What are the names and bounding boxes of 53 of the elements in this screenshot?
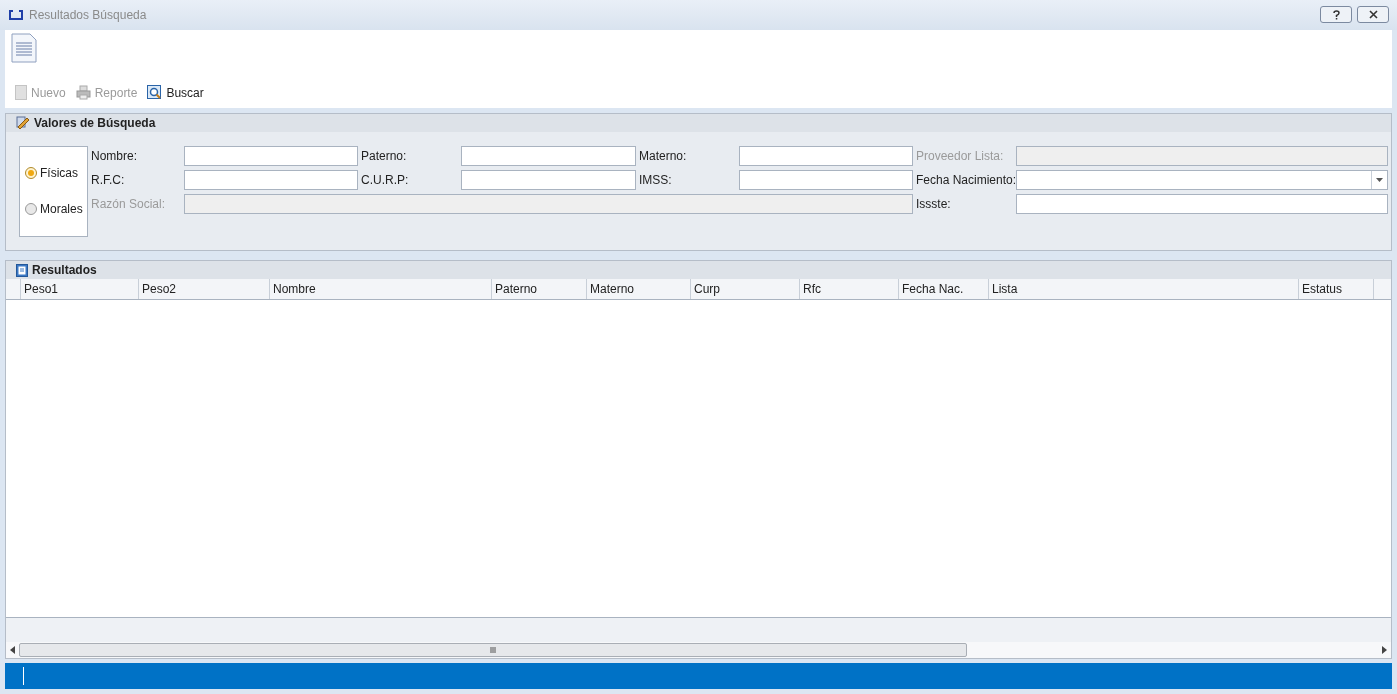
caret-icon (1376, 177, 1383, 182)
input-field[interactable] (184, 145, 358, 166)
printer-icon (75, 85, 91, 101)
app-logo-icon (8, 8, 24, 21)
close-button[interactable] (1357, 6, 1389, 24)
column-header[interactable]: Materno (587, 279, 691, 300)
left-arrow-icon (10, 646, 15, 655)
radio-button[interactable] (25, 203, 37, 216)
radio-option[interactable]: Físicas (25, 163, 87, 182)
input-field[interactable] (739, 145, 913, 166)
pencil-icon (16, 115, 30, 130)
radio-option[interactable]: Morales (25, 200, 87, 219)
panel-title: Valores de Búsqueda (34, 114, 156, 132)
column-header[interactable]: Fecha Nac. (899, 279, 989, 300)
right-arrow-icon (1382, 646, 1387, 655)
input-field[interactable] (1016, 193, 1388, 214)
input-field[interactable] (461, 145, 636, 166)
field-label: Proveedor Lista: (916, 147, 1005, 165)
column-header[interactable]: Peso1 (21, 279, 139, 300)
panel-title: Resultados (32, 262, 97, 280)
field-label: Materno: (639, 147, 688, 165)
input-field[interactable] (184, 169, 358, 190)
text-cursor-icon (23, 667, 24, 686)
column-header[interactable]: Lista (989, 279, 1299, 300)
document-icon (11, 32, 37, 63)
help-button[interactable] (1320, 6, 1352, 24)
clipboard-icon (16, 263, 28, 278)
field-label: Nombre: (91, 147, 138, 165)
blank-page-icon (15, 85, 27, 101)
field-label: Razón Social: (91, 195, 167, 213)
scrollbar-thumb[interactable] (19, 643, 967, 658)
toolbar-button[interactable]: Buscar (147, 83, 204, 102)
field-label: IMSS: (639, 171, 673, 189)
field-label: Issste: (916, 195, 952, 213)
column-header[interactable]: Rfc (800, 279, 899, 300)
radio-button[interactable] (25, 166, 37, 179)
horizontal-scrollbar[interactable] (6, 642, 1391, 659)
window-title: Resultados Búsqueda (29, 6, 148, 24)
column-header[interactable]: Estatus (1299, 279, 1374, 300)
question-mark-icon (1332, 9, 1340, 20)
field-label: Paterno: (361, 147, 408, 165)
input-field[interactable] (461, 169, 636, 190)
grip-icon (489, 647, 497, 654)
input-field[interactable] (739, 169, 913, 190)
close-icon (1368, 10, 1378, 20)
column-header[interactable]: Curp (691, 279, 800, 300)
field-label: R.F.C: (91, 171, 126, 189)
field-label: Fecha Nacimiento: (916, 171, 1013, 189)
column-header[interactable]: Peso2 (139, 279, 270, 300)
search-icon (147, 85, 163, 101)
column-header[interactable]: Paterno (492, 279, 587, 300)
column-header[interactable]: Nombre (270, 279, 492, 300)
field-label: C.U.R.P: (361, 171, 410, 189)
